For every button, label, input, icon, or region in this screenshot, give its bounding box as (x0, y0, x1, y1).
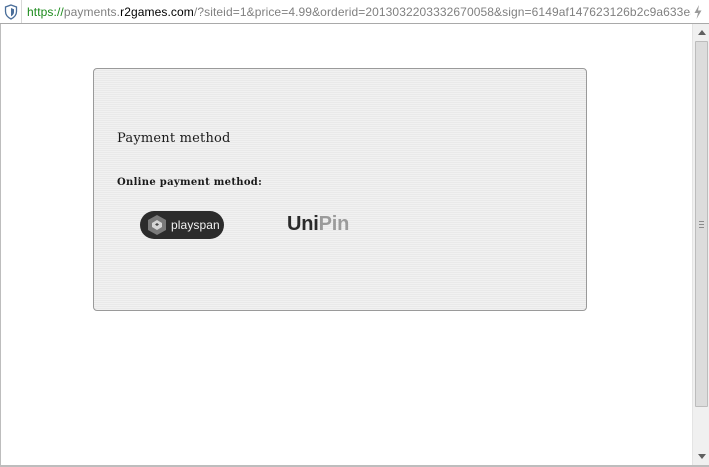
url-text[interactable]: https://payments.r2games.com/?siteid=1&p… (27, 5, 691, 19)
url-scheme: https:// (27, 4, 64, 19)
playspan-logo-icon (146, 214, 168, 236)
scrollbar-grip-icon (699, 220, 704, 228)
security-shield-icon[interactable] (0, 0, 22, 23)
unipin-label-uni: Uni (287, 213, 319, 235)
scroll-down-arrow-icon[interactable] (693, 448, 709, 465)
playspan-button[interactable]: playspan (140, 211, 224, 239)
scroll-up-arrow-icon[interactable] (693, 24, 709, 41)
address-bar[interactable]: https://payments.r2games.com/?siteid=1&p… (0, 0, 709, 24)
window-frame-left (0, 24, 1, 467)
page-title: Payment method (117, 131, 231, 146)
unipin-label-pin: Pin (318, 213, 350, 235)
url-path: /?siteid=1&price=4.99&orderid=2013032203… (193, 4, 691, 19)
playspan-label: playspan (171, 218, 220, 232)
payment-panel: Payment method Online payment method: pl… (93, 68, 587, 311)
lightning-icon[interactable] (693, 4, 703, 20)
unipin-button[interactable]: UniPin (287, 213, 349, 236)
section-subtitle: Online payment method: (117, 177, 263, 188)
url-subdomain: payments. (63, 4, 121, 19)
url-domain: r2games.com (120, 4, 194, 19)
scrollbar-thumb[interactable] (695, 41, 708, 407)
vertical-scrollbar[interactable] (692, 24, 709, 465)
